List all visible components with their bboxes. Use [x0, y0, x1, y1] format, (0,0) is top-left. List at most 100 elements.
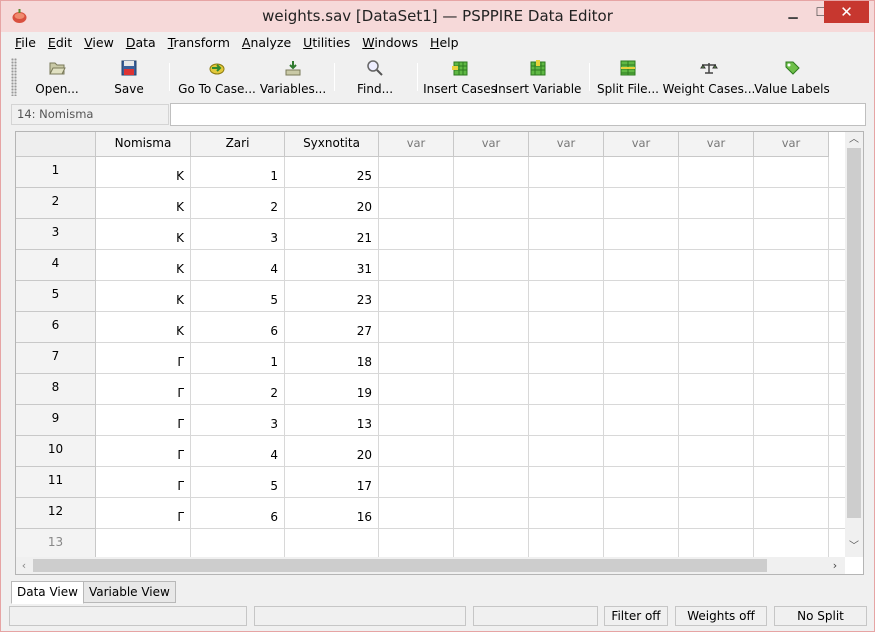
empty-var-cell[interactable]	[379, 374, 454, 405]
data-cell-syxnotita[interactable]: 16	[285, 498, 379, 529]
empty-var-cell[interactable]	[529, 467, 604, 498]
empty-var-cell[interactable]	[754, 436, 829, 467]
empty-var-cell[interactable]	[379, 188, 454, 219]
row-header[interactable]: 2	[16, 188, 96, 219]
empty-var-cell[interactable]	[604, 529, 679, 557]
empty-var-cell[interactable]	[529, 529, 604, 557]
go-to-case-button[interactable]: Go To Case...	[178, 56, 256, 98]
empty-var-cell[interactable]	[829, 343, 845, 374]
data-cell-nomisma[interactable]: K	[96, 281, 191, 312]
empty-var-cell[interactable]	[829, 529, 845, 557]
data-cell-zari[interactable]: 4	[191, 436, 285, 467]
vertical-scroll-thumb[interactable]	[847, 148, 861, 518]
empty-var-cell[interactable]	[529, 405, 604, 436]
empty-var-cell[interactable]	[829, 374, 845, 405]
empty-var-cell[interactable]	[754, 281, 829, 312]
variables-button[interactable]: Variables...	[260, 56, 326, 98]
empty-var-cell[interactable]	[829, 157, 845, 188]
empty-var-cell[interactable]	[379, 157, 454, 188]
empty-var-cell[interactable]	[454, 157, 529, 188]
horizontal-scrollbar[interactable]: ‹ ›	[16, 557, 845, 574]
find-button[interactable]: Find...	[357, 56, 393, 98]
empty-var-cell[interactable]	[529, 374, 604, 405]
scroll-left-arrow-icon[interactable]: ‹	[16, 557, 32, 574]
data-cell-syxnotita[interactable]	[285, 529, 379, 557]
empty-var-cell[interactable]	[679, 157, 754, 188]
empty-var-cell[interactable]	[604, 188, 679, 219]
data-cell-nomisma[interactable]: Γ	[96, 405, 191, 436]
empty-var-cell[interactable]	[529, 436, 604, 467]
row-header[interactable]: 12	[16, 498, 96, 529]
data-cell-nomisma[interactable]: Γ	[96, 498, 191, 529]
scroll-down-arrow-icon[interactable]: ﹀	[845, 539, 863, 555]
data-cell-nomisma[interactable]: Γ	[96, 436, 191, 467]
empty-var-cell[interactable]	[829, 312, 845, 343]
menu-windows[interactable]: Windows	[356, 33, 424, 53]
column-header-nomisma[interactable]: Nomisma	[96, 132, 191, 157]
empty-var-cell[interactable]	[754, 188, 829, 219]
data-cell-zari[interactable]: 1	[191, 343, 285, 374]
data-cell-nomisma[interactable]: K	[96, 157, 191, 188]
data-cell-syxnotita[interactable]: 27	[285, 312, 379, 343]
empty-var-cell[interactable]	[679, 498, 754, 529]
minimize-button[interactable]: ▁	[779, 1, 807, 23]
row-header[interactable]: 10	[16, 436, 96, 467]
empty-var-cell[interactable]	[529, 281, 604, 312]
tab-variable-view[interactable]: Variable View	[82, 581, 176, 603]
data-cell-zari[interactable]: 2	[191, 374, 285, 405]
split-file-button[interactable]: Split File...	[597, 56, 659, 98]
empty-var-cell[interactable]	[829, 498, 845, 529]
data-cell-zari[interactable]: 5	[191, 467, 285, 498]
empty-var-cell[interactable]	[679, 281, 754, 312]
vertical-scrollbar[interactable]: ︿ ﹀	[845, 132, 863, 557]
data-cell-zari[interactable]: 4	[191, 250, 285, 281]
row-header[interactable]: 3	[16, 219, 96, 250]
menu-analyze[interactable]: Analyze	[236, 33, 297, 53]
weight-cases-button[interactable]: Weight Cases...	[663, 56, 755, 98]
empty-var-cell[interactable]	[829, 405, 845, 436]
row-header[interactable]: 6	[16, 312, 96, 343]
data-cell-zari[interactable]: 6	[191, 498, 285, 529]
data-cell-syxnotita[interactable]: 31	[285, 250, 379, 281]
row-header[interactable]: 8	[16, 374, 96, 405]
empty-var-cell[interactable]	[379, 529, 454, 557]
empty-var-cell[interactable]	[454, 374, 529, 405]
value-labels-button[interactable]: Value Labels	[754, 56, 830, 98]
menu-utilities[interactable]: Utilities	[297, 33, 356, 53]
empty-var-cell[interactable]	[379, 281, 454, 312]
data-cell-nomisma[interactable]: K	[96, 188, 191, 219]
empty-var-cell[interactable]	[604, 157, 679, 188]
empty-var-cell[interactable]	[529, 219, 604, 250]
empty-var-cell[interactable]	[379, 436, 454, 467]
empty-var-cell[interactable]	[529, 312, 604, 343]
empty-var-cell[interactable]	[754, 467, 829, 498]
empty-var-cell[interactable]	[454, 498, 529, 529]
empty-var-cell[interactable]	[454, 219, 529, 250]
empty-var-cell[interactable]	[454, 312, 529, 343]
data-cell-syxnotita[interactable]: 19	[285, 374, 379, 405]
empty-var-cell[interactable]	[529, 188, 604, 219]
data-cell-syxnotita[interactable]: 23	[285, 281, 379, 312]
row-header[interactable]: 7	[16, 343, 96, 374]
data-cell-syxnotita[interactable]: 20	[285, 436, 379, 467]
data-cell-syxnotita[interactable]: 20	[285, 188, 379, 219]
empty-var-cell[interactable]	[679, 529, 754, 557]
column-header-var-7[interactable]: var	[679, 132, 754, 157]
empty-var-cell[interactable]	[529, 343, 604, 374]
close-button[interactable]: ✕	[824, 1, 869, 23]
empty-var-cell[interactable]	[379, 219, 454, 250]
data-cell-zari[interactable]: 3	[191, 219, 285, 250]
empty-var-cell[interactable]	[529, 498, 604, 529]
column-header-var-4[interactable]: var	[454, 132, 529, 157]
empty-var-cell[interactable]	[379, 312, 454, 343]
empty-var-cell[interactable]	[454, 405, 529, 436]
empty-var-cell[interactable]	[679, 312, 754, 343]
empty-var-cell[interactable]	[754, 498, 829, 529]
empty-var-cell[interactable]	[379, 498, 454, 529]
scroll-right-arrow-icon[interactable]: ›	[827, 557, 843, 574]
horizontal-scroll-thumb[interactable]	[33, 559, 767, 572]
row-header[interactable]: 9	[16, 405, 96, 436]
empty-var-cell[interactable]	[379, 405, 454, 436]
empty-var-cell[interactable]	[754, 312, 829, 343]
empty-var-cell[interactable]	[454, 529, 529, 557]
